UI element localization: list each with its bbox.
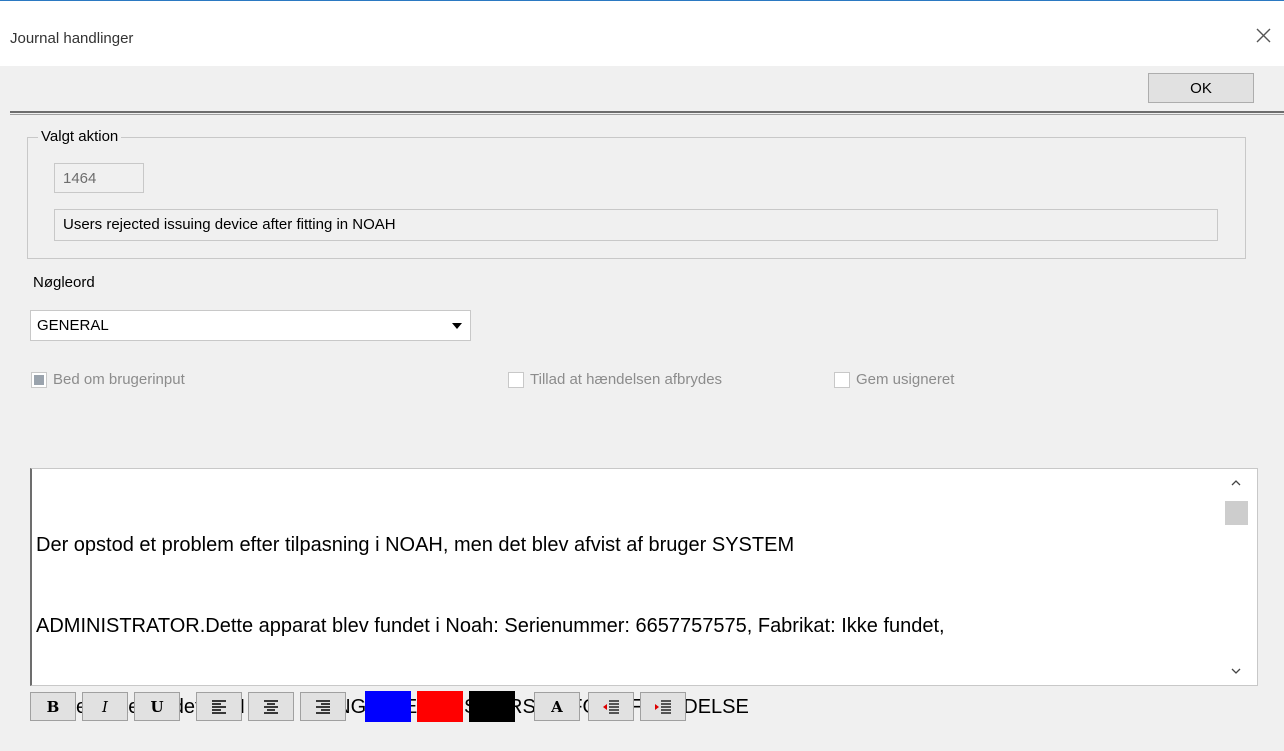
align-left-icon (212, 699, 226, 714)
underline-button[interactable]: U (134, 692, 180, 721)
increase-indent-button[interactable] (640, 692, 686, 721)
request-input-checkbox[interactable] (31, 371, 47, 388)
save-unsigned-option[interactable]: Gem usigneret (834, 371, 954, 388)
color-black-swatch[interactable] (469, 691, 515, 722)
allow-interrupt-checkbox[interactable] (508, 371, 524, 388)
bold-button[interactable]: B (30, 692, 76, 721)
align-left-button[interactable] (196, 692, 242, 721)
save-unsigned-label: Gem usigneret (856, 371, 955, 388)
decrease-indent-button[interactable] (588, 692, 634, 721)
ok-button[interactable]: OK (1148, 73, 1254, 103)
toolbar-divider (10, 111, 1284, 113)
keyword-select[interactable]: GENERAL (30, 310, 471, 341)
align-center-button[interactable] (248, 692, 294, 721)
request-input-label: Bed om brugerinput (53, 371, 185, 388)
align-right-icon (316, 699, 330, 714)
color-blue-swatch[interactable] (365, 691, 411, 722)
scroll-up-icon[interactable] (1229, 476, 1243, 495)
scrollbar-thumb[interactable] (1225, 501, 1248, 525)
request-input-option[interactable]: Bed om brugerinput (31, 371, 185, 388)
selected-action-legend: Valgt aktion (38, 128, 122, 145)
color-red-swatch[interactable] (417, 691, 463, 722)
allow-interrupt-label: Tillad at hændelsen afbrydes (530, 371, 723, 388)
window-title: Journal handlinger (10, 30, 134, 47)
indent-icon (655, 699, 671, 714)
toolbar-divider-shadow (10, 114, 1284, 115)
action-id-field: 1464 (54, 163, 144, 193)
journal-text-line: ADMINISTRATOR.Dette apparat blev fundet … (36, 615, 945, 637)
scroll-down-icon[interactable] (1229, 664, 1243, 683)
align-center-icon (264, 699, 278, 714)
font-button[interactable]: A (534, 692, 580, 721)
close-icon[interactable] (1248, 20, 1278, 50)
allow-interrupt-option[interactable]: Tillad at hændelsen afbrydes (508, 371, 722, 388)
journal-text-line: Der opstod et problem efter tilpasning i… (36, 534, 795, 556)
keyword-label: Nøgleord (33, 274, 95, 291)
dropdown-arrow-icon[interactable] (449, 318, 465, 334)
save-unsigned-checkbox[interactable] (834, 371, 850, 388)
italic-button[interactable]: I (82, 692, 128, 721)
title-bar (0, 0, 1284, 66)
align-right-button[interactable] (300, 692, 346, 721)
outdent-icon (603, 699, 619, 714)
action-description-field: Users rejected issuing device after fitt… (54, 209, 1218, 241)
toolbar (0, 66, 1284, 116)
